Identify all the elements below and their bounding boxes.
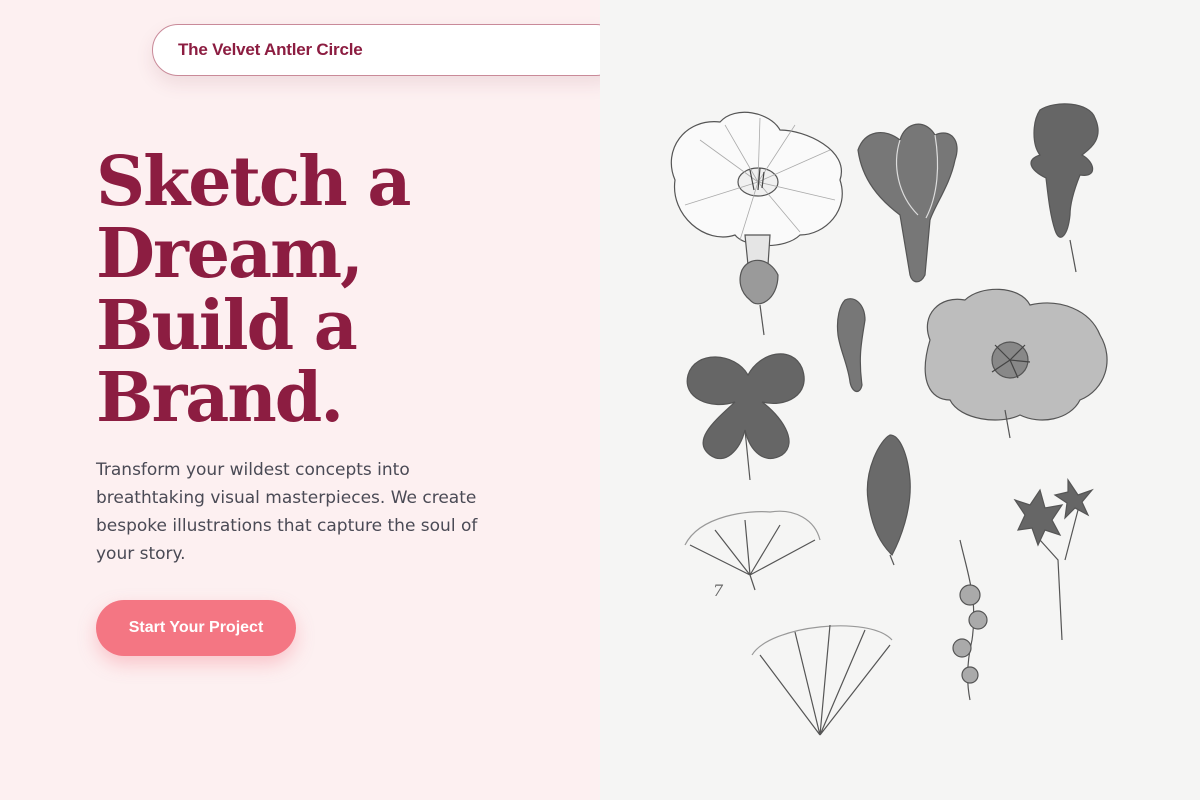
small-bud-icon bbox=[836, 298, 866, 392]
hero-title-line: Brand. bbox=[96, 358, 344, 438]
hero-title-line: Dream, bbox=[96, 214, 364, 294]
yarrow-flower-icon bbox=[751, 624, 893, 736]
brand-name[interactable]: The Velvet Antler Circle bbox=[178, 40, 363, 60]
umbel-flower-icon bbox=[684, 510, 821, 591]
snapdragon-flower-icon bbox=[1030, 103, 1099, 273]
morning-glory-flower-icon bbox=[670, 111, 843, 336]
spike-flower-icon bbox=[866, 434, 911, 566]
hero-title: Sketch a Dream, Build a Brand. bbox=[96, 146, 526, 434]
violet-flower-icon bbox=[686, 353, 805, 481]
wild-rose-flower-icon bbox=[924, 288, 1108, 439]
start-project-button[interactable]: Start Your Project bbox=[96, 600, 296, 656]
botanical-illustration-svg: 7 bbox=[670, 103, 1108, 736]
hero-description: Transform your wildest concepts into bre… bbox=[96, 460, 478, 564]
botanical-illustration: 7 bbox=[600, 0, 1200, 800]
brand-header-pill[interactable]: The Velvet Antler Circle bbox=[152, 24, 622, 76]
starflower-icon bbox=[1013, 478, 1094, 641]
hero-section: The Velvet Antler Circle Sketch a Dream,… bbox=[0, 0, 622, 800]
climbing-flower-icon bbox=[952, 539, 988, 701]
hero-title-line: Build a bbox=[96, 286, 358, 366]
tulip-bud-icon bbox=[857, 123, 958, 283]
plate-number: 7 bbox=[713, 581, 724, 600]
hero-title-line: Sketch a bbox=[96, 142, 411, 222]
